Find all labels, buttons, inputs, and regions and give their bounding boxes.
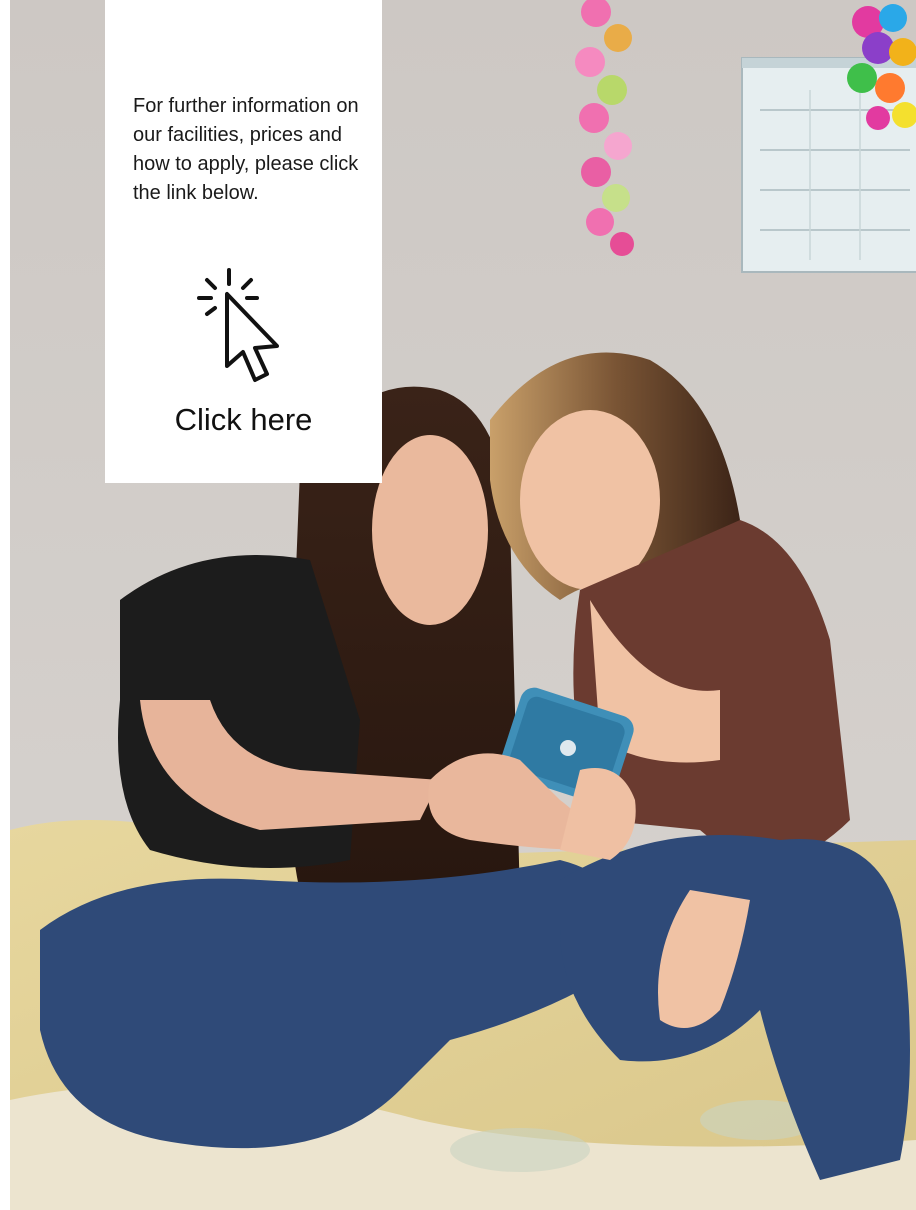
info-text: For further information on our facilitie… bbox=[133, 95, 359, 204]
pointer-click-icon[interactable] bbox=[193, 262, 289, 388]
info-card: For further information on our facilitie… bbox=[105, 0, 382, 483]
click-here-link[interactable]: Click here bbox=[105, 402, 382, 438]
left-edge-strip bbox=[0, 0, 10, 1210]
